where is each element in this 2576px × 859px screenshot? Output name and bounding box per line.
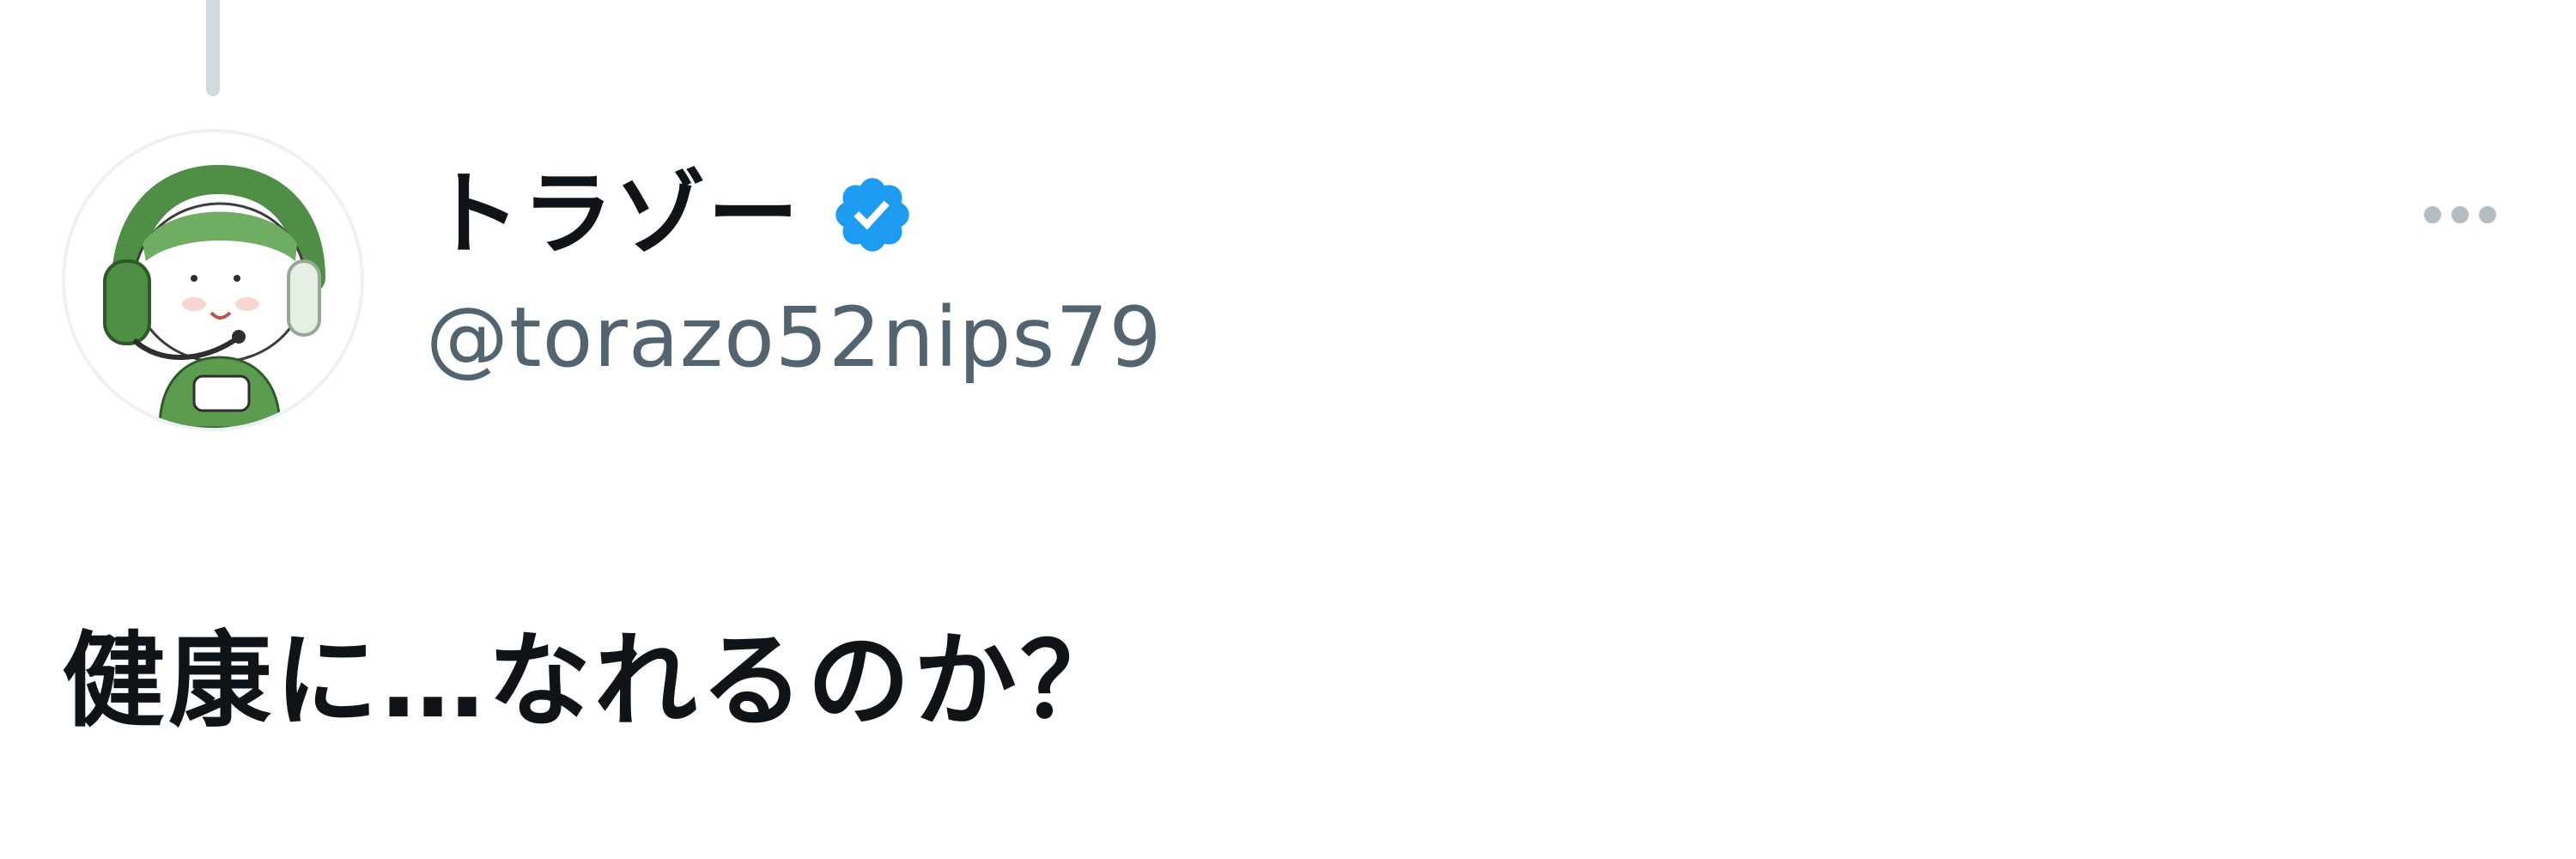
avatar-character-icon <box>103 164 325 428</box>
tweet-text: 健康に…なれるのか？ <box>62 622 1127 741</box>
verified-badge-icon <box>835 178 909 252</box>
thread-connector-line <box>206 0 220 96</box>
avatar[interactable] <box>62 129 364 431</box>
more-horizontal-icon-dot <box>2479 206 2496 223</box>
author-display-name[interactable]: トラゾー <box>429 169 800 260</box>
author-name-row: トラゾー <box>429 163 915 266</box>
more-horizontal-icon-dot <box>2451 206 2469 223</box>
author-handle[interactable]: @torazo52nips79 <box>426 296 1163 379</box>
more-horizontal-icon <box>2424 206 2441 223</box>
more-options-button[interactable] <box>2404 189 2516 241</box>
